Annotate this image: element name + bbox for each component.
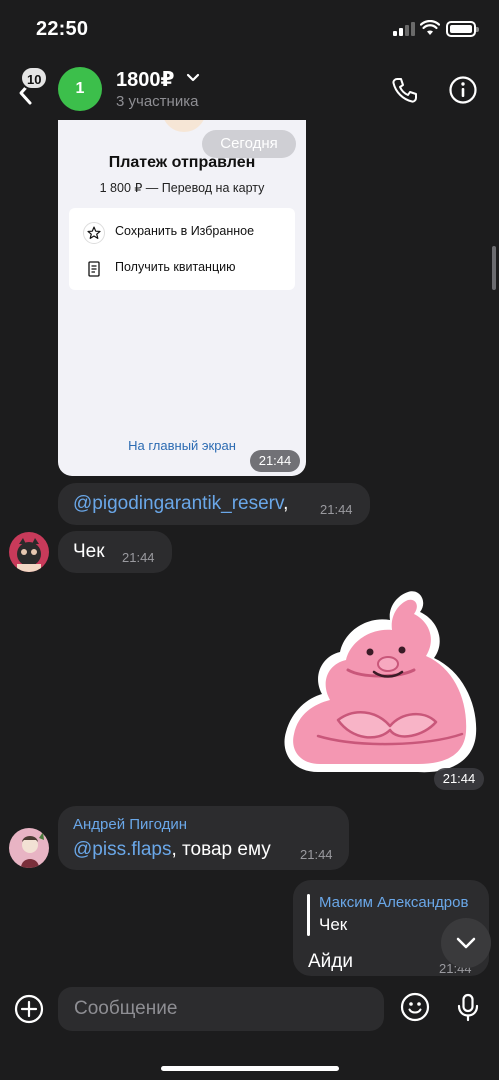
reply-quote-bar [307,894,310,936]
wifi-icon [420,20,440,35]
reply-author: Максим Александров [319,894,469,911]
message-text: Айди [308,951,353,972]
chat-avatar[interactable]: 1 [58,67,102,111]
home-indicator [161,1066,339,1071]
receipt-icon [88,261,100,277]
message-bubble[interactable]: Андрей Пигодин @piss.flaps, товар ему 21… [58,806,349,870]
sticker-pink-blob[interactable] [278,586,488,776]
info-icon[interactable] [448,75,478,105]
phone-icon[interactable] [390,75,420,105]
reply-text: Чек [319,915,348,934]
chevron-down-icon[interactable] [186,70,200,84]
message-time: 21:44 [250,450,300,472]
status-bar: 22:50 [0,0,499,60]
save-favorite-row: Сохранить в Избранное [69,214,295,250]
emoji-icon[interactable] [400,992,430,1022]
status-time: 22:50 [36,18,89,40]
message-text: , [283,493,289,514]
payment-screenshot-image[interactable]: Платеж отправлен 1 800 ₽ — Перевод на ка… [58,120,306,476]
chat-subtitle: 3 участника [116,93,199,110]
message-time: 21:44 [320,502,353,517]
battery-icon [446,21,479,37]
sender-avatar[interactable] [9,828,49,868]
date-separator: Сегодня [202,130,296,158]
unread-badge: 10 [20,66,49,90]
cellular-signal-icon [393,22,417,36]
scrollbar[interactable] [492,246,496,290]
microphone-icon[interactable] [453,992,483,1022]
chat-header: 10 1 1800₽ 3 участника [0,60,499,124]
message-text: , товар ему [171,839,271,860]
payment-subtitle: 1 800 ₽ — Перевод на карту [99,181,265,195]
message-time: 21:44 [434,768,484,790]
attach-plus-icon[interactable] [14,994,44,1024]
scroll-down-button[interactable] [441,918,491,968]
message-text: Чек [73,541,105,562]
message-time: 21:44 [122,550,155,565]
save-favorite-label: Сохранить в Избранное [115,224,255,238]
message-composer: Сообщение [0,978,499,1080]
chevron-down-icon [456,937,476,949]
message-time: 21:44 [300,847,333,862]
message-input[interactable]: Сообщение [58,987,384,1031]
payment-coin-icon [162,120,206,132]
payment-actions-card: Сохранить в Избранное Получить квитанцию [69,208,295,290]
message-bubble[interactable]: Чек 21:44 [58,531,172,573]
mention-link[interactable]: @pigodingarantik_reserv [73,493,283,514]
chat-title[interactable]: 1800₽ [116,67,174,92]
message-bubble[interactable]: @pigodingarantik_reserv, 21:44 [58,483,370,525]
get-receipt-row: Получить квитанцию [69,250,295,286]
mention-link[interactable]: @piss.flaps [73,839,172,860]
star-icon [83,222,105,244]
sender-avatar[interactable] [9,532,49,572]
get-receipt-label: Получить квитанцию [115,260,236,274]
sender-name[interactable]: Андрей Пигодин [73,816,187,833]
